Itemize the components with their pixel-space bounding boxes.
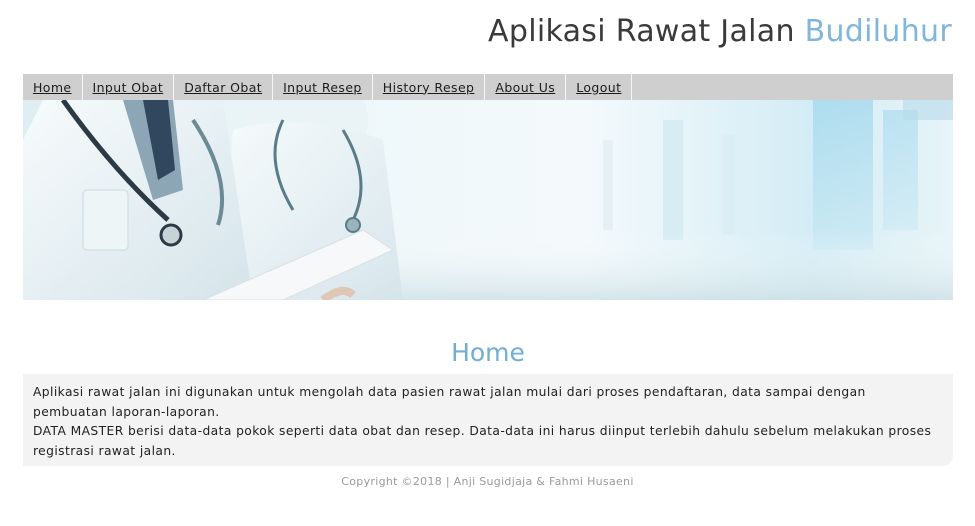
site-title-accent: Budiluhur xyxy=(804,14,952,49)
nav-input-obat-link[interactable]: Input Obat xyxy=(83,74,175,100)
site-title-main: Aplikasi Rawat Jalan xyxy=(488,14,795,49)
content-box: Aplikasi rawat jalan ini digunakan untuk… xyxy=(23,374,953,466)
footer-copyright: Copyright ©2018 | Anji Sugidjaja & Fahmi… xyxy=(341,475,634,488)
nav-home-link[interactable]: Home xyxy=(23,74,83,100)
nav-logout-link[interactable]: Logout xyxy=(566,74,633,100)
site-title: Aplikasi Rawat Jalan Budiluhur xyxy=(488,14,952,49)
nav-daftar-obat-link[interactable]: Daftar Obat xyxy=(174,74,274,100)
content-title: Home xyxy=(451,338,525,367)
content-paragraph-intro: Aplikasi rawat jalan ini digunakan untuk… xyxy=(33,385,866,419)
main-navigation: Home Input Obat Daftar Obat Input Resep … xyxy=(23,74,953,100)
content-paragraph-data-master: DATA MASTER berisi data-data pokok seper… xyxy=(33,424,932,458)
nav-input-resep-link[interactable]: Input Resep xyxy=(273,74,373,100)
nav-history-resep-link[interactable]: History Resep xyxy=(373,74,486,100)
doctors-banner-image xyxy=(23,100,953,300)
page: Aplikasi Rawat Jalan Budiluhur Home Inpu… xyxy=(0,0,975,526)
nav-about-us-link[interactable]: About Us xyxy=(485,74,567,100)
